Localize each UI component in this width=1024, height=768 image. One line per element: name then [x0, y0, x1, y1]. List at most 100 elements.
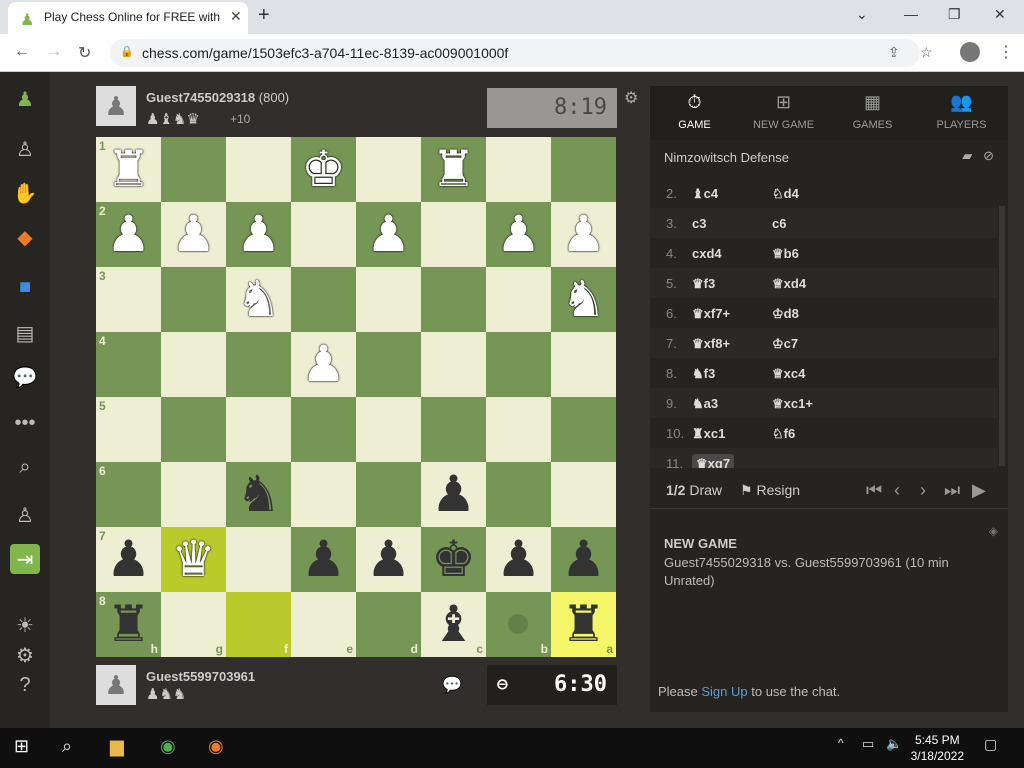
social-icon[interactable]: 💬 — [10, 362, 40, 392]
black-move[interactable]: ♔d8 — [772, 306, 799, 322]
black-move[interactable]: ♕b6 — [772, 246, 799, 262]
omnibox[interactable]: 🔒 chess.com/game/1503efc3-a704-11ec-8139… — [110, 39, 933, 67]
black-move[interactable]: ♘d4 — [772, 186, 799, 202]
black-piece[interactable]: ♝ — [421, 592, 486, 657]
selected-move[interactable]: ♛xg7 — [692, 454, 735, 468]
white-piece[interactable]: ♚ — [291, 137, 356, 202]
black-piece[interactable]: ♟ — [96, 527, 161, 592]
black-move[interactable]: ♕xc1+ — [772, 396, 813, 412]
square-h3[interactable]: 3 — [96, 267, 161, 332]
watch-icon[interactable]: ■ — [10, 272, 40, 302]
black-piece[interactable]: ♟ — [356, 527, 421, 592]
move-list[interactable]: 2. ♝c4 ♘d4 3. c3 c6 4. cxd4 ♕b6 5. ♛f3 ♕xd4 6. ♛xf7+ ♔… — [650, 178, 998, 468]
next-move-icon[interactable]: › — [920, 480, 926, 501]
white-move[interactable]: ♛xg7 — [692, 454, 735, 468]
square-c4[interactable] — [421, 332, 486, 397]
chat-collapse-icon[interactable]: ◈ — [989, 524, 998, 538]
black-move[interactable]: ♕xd4 — [772, 276, 806, 292]
file-explorer-icon[interactable]: ▆ — [110, 736, 124, 757]
square-c3[interactable] — [421, 267, 486, 332]
square-b3[interactable] — [486, 267, 551, 332]
square-a3[interactable]: ♞ — [551, 267, 616, 332]
square-b8[interactable]: b — [486, 592, 551, 657]
tab-players[interactable]: 👥 PLAYERS — [917, 86, 1006, 140]
tab-new-game[interactable]: ⊞ NEW GAME — [739, 86, 828, 140]
maximize-button[interactable]: ❐ — [948, 6, 961, 23]
chess-logo-icon[interactable]: ♟ — [10, 84, 40, 114]
square-g2[interactable]: ♟ — [161, 202, 226, 267]
square-g8[interactable]: g — [161, 592, 226, 657]
prev-move-icon[interactable]: ‹ — [894, 480, 900, 501]
learn-icon[interactable]: ◆ — [10, 222, 40, 252]
sign-up-link[interactable]: Sign Up — [701, 684, 747, 699]
square-b2[interactable]: ♟ — [486, 202, 551, 267]
share-icon[interactable]: ⇪ — [888, 44, 900, 61]
bottom-player-name[interactable]: Guest5599703961 — [146, 669, 255, 684]
top-player-name[interactable]: Guest7455029318 (800) — [146, 90, 289, 105]
black-piece[interactable]: ♟ — [486, 527, 551, 592]
tab-search-icon[interactable]: ⌄ — [856, 6, 868, 23]
square-d6[interactable] — [356, 462, 421, 527]
network-icon[interactable]: ▭ — [862, 736, 874, 752]
black-move[interactable]: c6 — [772, 216, 786, 231]
white-piece[interactable]: ♞ — [226, 267, 291, 332]
square-c1[interactable]: ♜ — [421, 137, 486, 202]
tray-chevron-icon[interactable]: ^ — [838, 736, 844, 750]
square-a7[interactable]: ♟ — [551, 527, 616, 592]
square-c2[interactable] — [421, 202, 486, 267]
app-icon[interactable]: ◉ — [208, 736, 224, 757]
board-settings-icon[interactable]: ⚙ — [624, 88, 638, 108]
opening-name[interactable]: Nimzowitsch Defense — [664, 150, 789, 165]
lock-icon[interactable]: 🔒 — [120, 45, 134, 58]
white-move[interactable]: ♝c4 — [692, 186, 718, 202]
black-piece[interactable]: ♜ — [96, 592, 161, 657]
square-a5[interactable] — [551, 397, 616, 462]
square-c7[interactable]: ♚ — [421, 527, 486, 592]
draw-button[interactable]: 1/2 Draw — [666, 482, 722, 498]
white-piece[interactable]: ♛ — [161, 527, 226, 592]
square-e5[interactable] — [291, 397, 356, 462]
white-piece[interactable]: ♟ — [226, 202, 291, 267]
move-hint-dot[interactable] — [508, 614, 528, 634]
square-h6[interactable]: 6 — [96, 462, 161, 527]
white-move[interactable]: ♛f3 — [692, 276, 715, 292]
minimize-button[interactable]: — — [904, 6, 918, 22]
white-piece[interactable]: ♟ — [291, 332, 356, 397]
square-f1[interactable] — [226, 137, 291, 202]
more-icon[interactable]: ••• — [10, 408, 40, 438]
white-move[interactable]: ♜xc1 — [692, 426, 725, 442]
settings-gear-icon[interactable]: ⚙ — [10, 640, 40, 670]
square-f3[interactable]: ♞ — [226, 267, 291, 332]
system-clock[interactable]: 5:45 PM 3/18/2022 — [911, 732, 964, 764]
white-piece[interactable]: ♟ — [551, 202, 616, 267]
square-a8[interactable]: a ♜ — [551, 592, 616, 657]
book-icon[interactable]: ▰ — [962, 148, 972, 163]
window-close-button[interactable]: ✕ — [994, 6, 1006, 23]
theme-toggle-icon[interactable]: ☀ — [10, 610, 40, 640]
square-h2[interactable]: 2 ♟ — [96, 202, 161, 267]
square-c5[interactable] — [421, 397, 486, 462]
square-g1[interactable] — [161, 137, 226, 202]
square-b5[interactable] — [486, 397, 551, 462]
search-icon[interactable]: ⌕ — [10, 452, 40, 482]
square-g5[interactable] — [161, 397, 226, 462]
tab-close-icon[interactable]: ✕ — [230, 8, 242, 25]
square-d1[interactable] — [356, 137, 421, 202]
square-h1[interactable]: 1 ♜ — [96, 137, 161, 202]
news-icon[interactable]: ▤ — [10, 318, 40, 348]
resign-button[interactable]: ⚑ Resign — [740, 482, 800, 499]
white-piece[interactable]: ♟ — [356, 202, 421, 267]
square-g4[interactable] — [161, 332, 226, 397]
square-e7[interactable]: ♟ — [291, 527, 356, 592]
square-d8[interactable]: d — [356, 592, 421, 657]
login-icon[interactable]: ⇥ — [10, 544, 40, 574]
puzzles-icon[interactable]: ✋ — [10, 178, 40, 208]
compass-icon[interactable]: ⊘ — [983, 148, 994, 163]
tab-games[interactable]: ▦ GAMES — [828, 86, 917, 140]
black-piece[interactable]: ♞ — [226, 462, 291, 527]
windows-start-icon[interactable]: ⊞ — [14, 736, 29, 757]
square-c6[interactable]: ♟ — [421, 462, 486, 527]
chrome-icon[interactable]: ◉ — [160, 736, 176, 757]
black-piece[interactable]: ♜ — [551, 592, 616, 657]
square-e3[interactable] — [291, 267, 356, 332]
